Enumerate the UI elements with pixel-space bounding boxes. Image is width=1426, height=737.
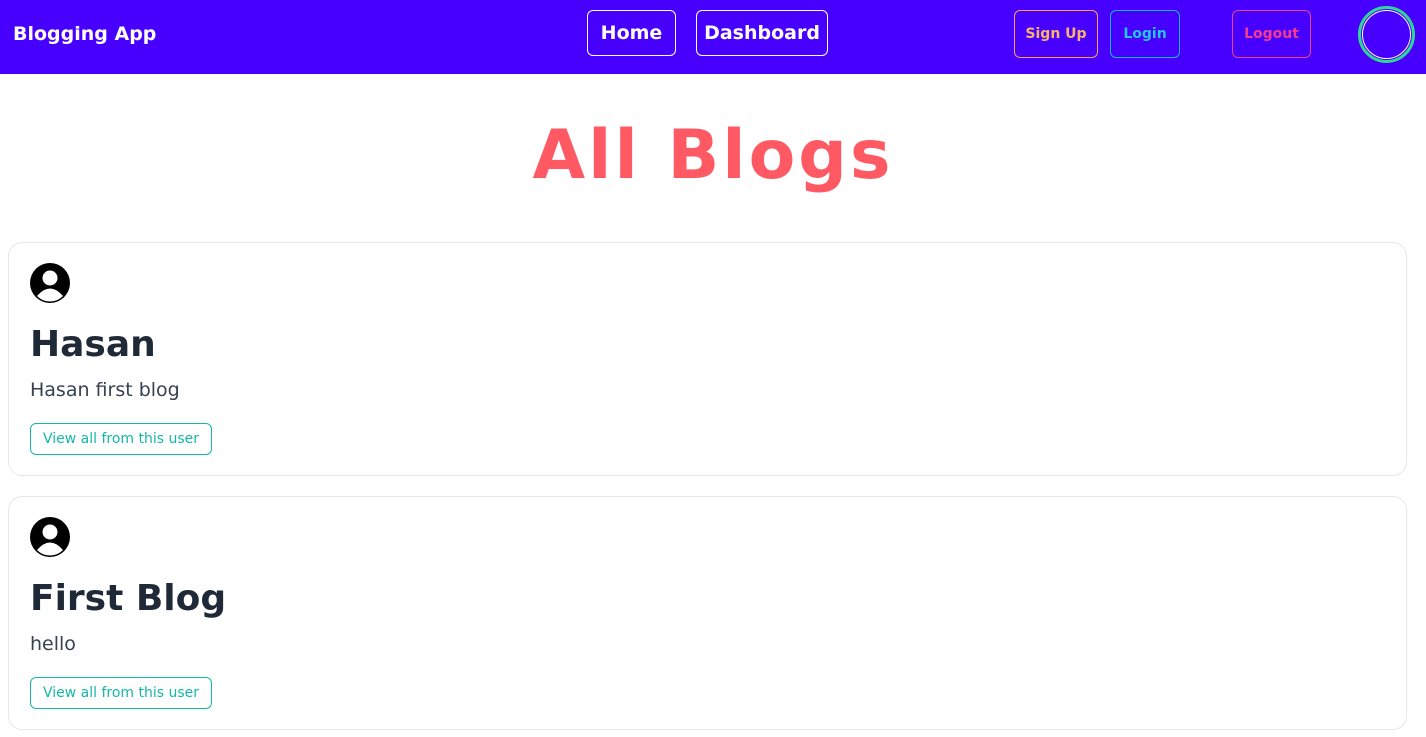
main-nav: Home Dashboard [587, 10, 828, 56]
blog-card: Hasan Hasan first blog View all from thi… [8, 242, 1407, 476]
blog-title: First Blog [30, 578, 227, 619]
blog-card: First Blog hello View all from this user [8, 496, 1407, 730]
blog-body: Hasan first blog [30, 379, 180, 401]
view-all-from-user-button[interactable]: View all from this user [30, 677, 213, 709]
blog-list: Hasan Hasan first blog View all from thi… [0, 196, 1426, 730]
dashboard-button[interactable]: Dashboard [696, 10, 828, 56]
logout-button[interactable]: Logout [1232, 10, 1311, 58]
sign-up-button[interactable]: Sign Up [1014, 10, 1098, 58]
user-avatar-icon [30, 263, 70, 303]
profile-avatar-icon[interactable] [1358, 6, 1415, 63]
brand-link[interactable]: Blogging App [13, 23, 156, 45]
blog-title: Hasan [30, 324, 156, 365]
user-avatar-icon [30, 517, 70, 557]
home-button[interactable]: Home [587, 10, 676, 56]
page-title: All Blogs [532, 116, 894, 195]
login-button[interactable]: Login [1110, 10, 1180, 58]
avatar-inner-ring [1362, 10, 1411, 59]
blog-body: hello [30, 633, 76, 655]
top-navbar: Blogging App Home Dashboard Sign Up Logi… [0, 0, 1426, 74]
view-all-from-user-button[interactable]: View all from this user [30, 423, 213, 455]
